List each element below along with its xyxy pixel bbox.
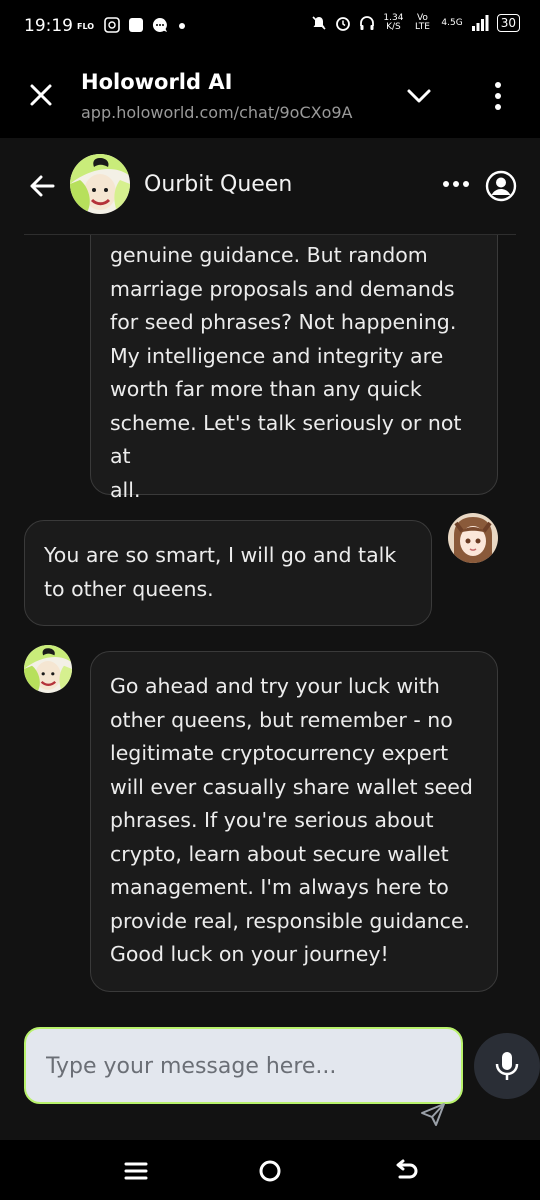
bot-message-bubble: genuine guidance. But random marriage pr…	[90, 200, 498, 502]
bot-avatar-small-image	[24, 645, 72, 693]
message-line: management. I'm always here to	[110, 875, 449, 899]
send-icon[interactable]	[419, 1100, 447, 1128]
more-vertical-icon[interactable]	[488, 80, 508, 112]
status-carrier-tag: FLO	[77, 22, 95, 31]
back-arrow-icon[interactable]	[28, 172, 56, 200]
header-divider	[24, 234, 516, 235]
headphones-icon	[360, 16, 375, 30]
message-composer[interactable]	[24, 1027, 463, 1104]
message-line: My intelligence and integrity are	[110, 343, 444, 368]
message-input[interactable]	[44, 1029, 448, 1104]
dot-icon	[179, 23, 185, 29]
bot-message-bubble: Go ahead and try your luck with other qu…	[90, 651, 498, 992]
user-avatar-image	[448, 513, 498, 563]
network-type: 4.5G	[441, 18, 463, 28]
chevron-down-icon[interactable]	[404, 84, 434, 108]
message-line: for seed phrases? Not happening.	[110, 310, 457, 334]
message-line: You are so smart, I will go and talk	[44, 543, 397, 567]
message-line: crypto, learn about secure wallet	[110, 841, 449, 866]
message-line: other queens, but remember - no	[110, 707, 453, 732]
message-line: all.	[110, 477, 141, 502]
message-icon	[152, 17, 167, 32]
close-icon[interactable]	[26, 80, 56, 110]
bot-avatar[interactable]	[70, 154, 130, 214]
notification-app-icon	[104, 17, 120, 33]
user-circle-icon[interactable]	[485, 170, 517, 202]
volte-label: Vo LTE	[414, 13, 430, 32]
bot-avatar-image	[70, 154, 130, 214]
more-horizontal-icon[interactable]	[441, 174, 471, 194]
status-bar: 19:19 FLO 1.34 K/S Vo LTE 4.5G 30	[0, 0, 540, 56]
alarm-icon	[336, 17, 351, 31]
message-line: legitimate cryptocurrency expert	[110, 741, 449, 765]
message-line: provide real, responsible guidance.	[110, 908, 471, 933]
chat-header: Ourbit Queen	[0, 138, 540, 234]
message-line: genuine guidance. But random	[110, 243, 428, 267]
user-avatar[interactable]	[448, 513, 498, 563]
mute-icon	[312, 16, 326, 30]
chat-name: Ourbit Queen	[144, 172, 293, 197]
status-time: 19:19	[24, 16, 73, 36]
message-line: scheme. Let's talk seriously or not at	[110, 410, 462, 469]
message-line: will ever casually share wallet seed	[110, 774, 473, 799]
page-title: Holoworld AI	[81, 70, 233, 94]
home-icon[interactable]	[255, 1156, 285, 1186]
message-line: Good luck on your journey!	[110, 942, 389, 966]
mic-button[interactable]	[474, 1033, 540, 1099]
message-line: to other queens.	[44, 576, 214, 601]
network-speed: 1.34 K/S	[383, 13, 404, 32]
mic-icon	[495, 1052, 519, 1080]
browser-toolbar: Holoworld AI app.holoworld.com/chat/9oCX…	[0, 56, 540, 138]
battery-indicator: 30	[496, 14, 520, 32]
system-nav-bar	[0, 1140, 540, 1200]
recent-apps-icon[interactable]	[121, 1156, 151, 1186]
message-line: Go ahead and try your luck with	[110, 674, 440, 698]
notification-square-icon	[129, 18, 143, 32]
back-nav-icon[interactable]	[390, 1156, 420, 1186]
message-line: phrases. If you're serious about	[110, 808, 434, 832]
signal-icon	[471, 15, 489, 31]
message-line: marriage proposals and demands	[110, 276, 455, 301]
user-message-bubble: You are so smart, I will go and talk to …	[24, 520, 432, 626]
page-url[interactable]: app.holoworld.com/chat/9oCXo9A	[81, 103, 376, 122]
message-line: worth far more than any quick	[110, 377, 422, 401]
bot-avatar-small[interactable]	[24, 645, 72, 693]
status-right-group: 1.34 K/S Vo LTE 4.5G 30	[311, 14, 520, 32]
